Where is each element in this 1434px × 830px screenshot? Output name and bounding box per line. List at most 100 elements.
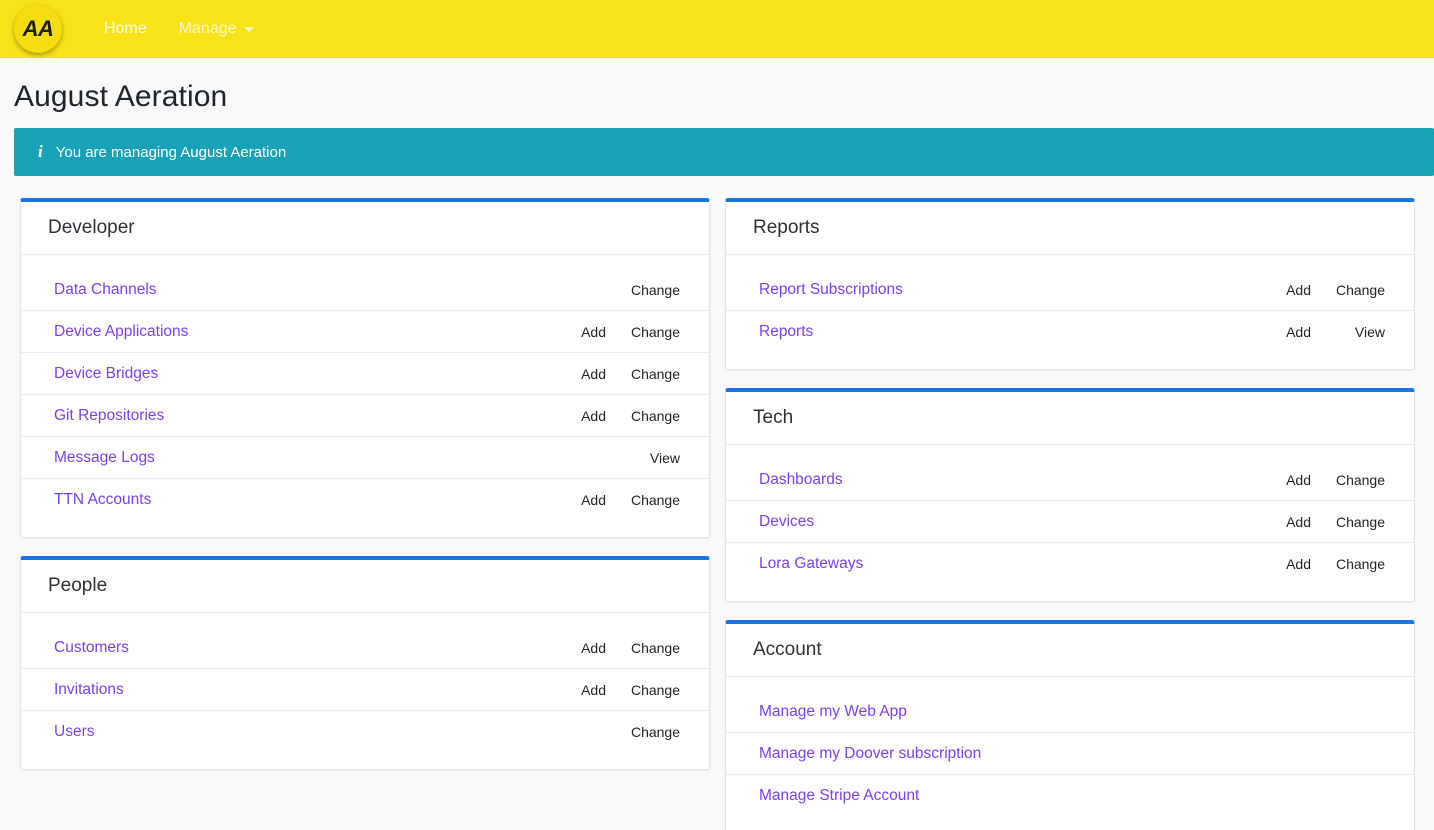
view-link-message-logs[interactable]: View bbox=[628, 450, 680, 466]
change-link-dashboards[interactable]: Change bbox=[1333, 472, 1385, 488]
table-row: Customers Add Change bbox=[21, 627, 709, 669]
table-row: Device Applications Add Change bbox=[21, 311, 709, 353]
nav-item-home[interactable]: Home bbox=[88, 12, 163, 46]
add-link-device-applications[interactable]: Add bbox=[554, 324, 606, 340]
card-reports: Reports Report Subscriptions Add Change … bbox=[725, 198, 1415, 370]
table-row: Devices Add Change bbox=[726, 501, 1414, 543]
card-people-title: People bbox=[21, 560, 709, 613]
model-link-device-bridges[interactable]: Device Bridges bbox=[54, 365, 158, 383]
change-link-report-subscriptions[interactable]: Change bbox=[1333, 282, 1385, 298]
add-link-reports[interactable]: Add bbox=[1259, 324, 1311, 340]
row-actions: Change bbox=[554, 282, 680, 298]
card-developer-title: Developer bbox=[21, 202, 709, 255]
table-row: TTN Accounts Add Change bbox=[21, 479, 709, 521]
account-link-manage-web-app[interactable]: Manage my Web App bbox=[759, 703, 907, 721]
row-actions: View bbox=[554, 450, 680, 466]
table-row: Invitations Add Change bbox=[21, 669, 709, 711]
table-row: Manage my Web App bbox=[726, 691, 1414, 733]
add-link-ttn-accounts[interactable]: Add bbox=[554, 492, 606, 508]
card-account-title: Account bbox=[726, 624, 1414, 677]
row-actions: Add Change bbox=[554, 640, 680, 656]
change-link-ttn-accounts[interactable]: Change bbox=[628, 492, 680, 508]
table-row: Manage Stripe Account bbox=[726, 775, 1414, 817]
table-row: Report Subscriptions Add Change bbox=[726, 269, 1414, 311]
model-link-report-subscriptions[interactable]: Report Subscriptions bbox=[759, 281, 903, 299]
card-reports-title: Reports bbox=[726, 202, 1414, 255]
info-icon: i bbox=[38, 142, 43, 161]
model-link-device-applications[interactable]: Device Applications bbox=[54, 323, 188, 341]
table-row: Lora Gateways Add Change bbox=[726, 543, 1414, 585]
model-link-devices[interactable]: Devices bbox=[759, 513, 814, 531]
nav-item-home-label: Home bbox=[104, 20, 147, 37]
row-actions: Change bbox=[554, 724, 680, 740]
card-developer: Developer Data Channels Change Device Ap… bbox=[20, 198, 710, 538]
add-link-git-repositories[interactable]: Add bbox=[554, 408, 606, 424]
add-link-customers[interactable]: Add bbox=[554, 640, 606, 656]
brand-logo[interactable]: AA bbox=[14, 5, 62, 53]
managing-alert-banner: i You are managing August Aeration bbox=[14, 128, 1434, 176]
add-link-lora-gateways[interactable]: Add bbox=[1259, 556, 1311, 572]
nav-item-manage-label: Manage bbox=[178, 20, 237, 37]
add-link-dashboards[interactable]: Add bbox=[1259, 472, 1311, 488]
change-link-git-repositories[interactable]: Change bbox=[628, 408, 680, 424]
table-row: Git Repositories Add Change bbox=[21, 395, 709, 437]
account-link-manage-doover-subscription[interactable]: Manage my Doover subscription bbox=[759, 745, 981, 763]
card-tech-title: Tech bbox=[726, 392, 1414, 445]
card-tech: Tech Dashboards Add Change Devices Add C… bbox=[725, 388, 1415, 602]
page-title: August Aeration bbox=[14, 80, 228, 113]
change-link-data-channels[interactable]: Change bbox=[628, 282, 680, 298]
row-actions: Add Change bbox=[554, 366, 680, 382]
card-account-rows: Manage my Web App Manage my Doover subsc… bbox=[726, 677, 1414, 830]
chevron-down-icon bbox=[243, 26, 254, 32]
table-row: Dashboards Add Change bbox=[726, 459, 1414, 501]
table-row: Message Logs View bbox=[21, 437, 709, 479]
change-link-lora-gateways[interactable]: Change bbox=[1333, 556, 1385, 572]
model-link-invitations[interactable]: Invitations bbox=[54, 681, 124, 699]
top-navbar: AA Home Manage bbox=[0, 0, 1434, 58]
managing-alert-message: You are managing August Aeration bbox=[55, 143, 287, 161]
model-link-customers[interactable]: Customers bbox=[54, 639, 129, 657]
change-link-devices[interactable]: Change bbox=[1333, 514, 1385, 530]
row-actions: Add Change bbox=[1259, 556, 1385, 572]
table-row: Manage my Doover subscription bbox=[726, 733, 1414, 775]
row-actions: Add Change bbox=[1259, 472, 1385, 488]
change-link-customers[interactable]: Change bbox=[628, 640, 680, 656]
model-link-dashboards[interactable]: Dashboards bbox=[759, 471, 843, 489]
row-actions: Add Change bbox=[1259, 282, 1385, 298]
model-link-users[interactable]: Users bbox=[54, 723, 94, 741]
card-developer-rows: Data Channels Change Device Applications… bbox=[21, 255, 709, 537]
brand-logo-text: AA bbox=[22, 16, 54, 41]
table-row: Data Channels Change bbox=[21, 269, 709, 311]
change-link-device-applications[interactable]: Change bbox=[628, 324, 680, 340]
view-link-reports[interactable]: View bbox=[1333, 324, 1385, 340]
card-people-rows: Customers Add Change Invitations Add Cha… bbox=[21, 613, 709, 769]
left-column: Developer Data Channels Change Device Ap… bbox=[20, 198, 710, 770]
table-row: Reports Add View bbox=[726, 311, 1414, 353]
card-account: Account Manage my Web App Manage my Doov… bbox=[725, 620, 1415, 830]
add-link-devices[interactable]: Add bbox=[1259, 514, 1311, 530]
change-link-device-bridges[interactable]: Change bbox=[628, 366, 680, 382]
nav-item-manage[interactable]: Manage bbox=[163, 12, 270, 46]
model-link-git-repositories[interactable]: Git Repositories bbox=[54, 407, 164, 425]
row-actions: Add Change bbox=[554, 492, 680, 508]
change-link-users[interactable]: Change bbox=[628, 724, 680, 740]
navbar-links: Home Manage bbox=[88, 12, 270, 46]
add-link-device-bridges[interactable]: Add bbox=[554, 366, 606, 382]
account-link-manage-stripe-account[interactable]: Manage Stripe Account bbox=[759, 787, 919, 805]
row-actions: Add Change bbox=[554, 408, 680, 424]
model-link-ttn-accounts[interactable]: TTN Accounts bbox=[54, 491, 151, 509]
model-link-reports[interactable]: Reports bbox=[759, 323, 813, 341]
row-actions: Add Change bbox=[554, 682, 680, 698]
model-link-lora-gateways[interactable]: Lora Gateways bbox=[759, 555, 863, 573]
change-link-invitations[interactable]: Change bbox=[628, 682, 680, 698]
model-link-data-channels[interactable]: Data Channels bbox=[54, 281, 157, 299]
model-link-message-logs[interactable]: Message Logs bbox=[54, 449, 155, 467]
right-column: Reports Report Subscriptions Add Change … bbox=[725, 198, 1415, 830]
add-link-invitations[interactable]: Add bbox=[554, 682, 606, 698]
row-actions: Add View bbox=[1259, 324, 1385, 340]
row-actions: Add Change bbox=[1259, 514, 1385, 530]
add-link-report-subscriptions[interactable]: Add bbox=[1259, 282, 1311, 298]
card-people: People Customers Add Change Invitations … bbox=[20, 556, 710, 770]
row-actions: Add Change bbox=[554, 324, 680, 340]
table-row: Users Change bbox=[21, 711, 709, 753]
